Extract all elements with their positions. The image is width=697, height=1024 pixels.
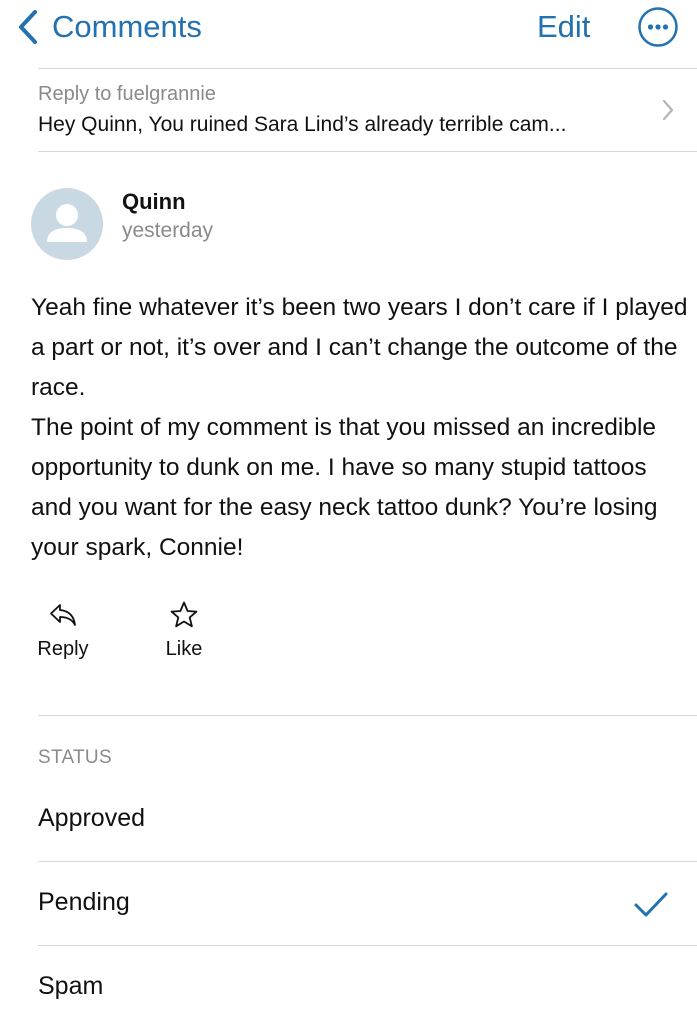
comment-body: Yeah fine whatever it’s been two years I… — [31, 288, 691, 568]
comment-paragraph: Yeah fine whatever it’s been two years I… — [31, 294, 688, 401]
back-button[interactable]: Comments — [14, 6, 202, 48]
status-option-label: Pending — [38, 888, 130, 916]
like-button[interactable]: Like — [158, 600, 210, 661]
like-button-label: Like — [165, 638, 203, 660]
checkmark-icon — [634, 892, 668, 917]
reply-button[interactable]: Reply — [34, 600, 92, 661]
status-option-label: Approved — [38, 804, 146, 832]
edit-button[interactable]: Edit — [537, 6, 590, 48]
reply-button-label: Reply — [37, 638, 89, 660]
more-icon — [638, 7, 678, 47]
comment-timestamp: yesterday — [122, 219, 214, 242]
back-button-label: Comments — [52, 9, 202, 44]
comment-detail-screen: Comments Edit Reply to fuelgrannie Hey Q… — [0, 0, 697, 1024]
comment-paragraph: The point of my comment is that you miss… — [31, 414, 658, 561]
navigation-bar: Comments Edit — [0, 0, 697, 62]
chevron-right-icon — [662, 99, 674, 121]
parent-comment-excerpt: Hey Quinn, You ruined Sara Lind’s alread… — [38, 113, 567, 136]
avatar — [31, 188, 103, 260]
divider — [38, 715, 697, 716]
chevron-left-icon — [19, 10, 37, 44]
reply-to-label: Reply to fuelgrannie — [38, 83, 216, 105]
reply-to-parent-link[interactable]: Reply to fuelgrannie Hey Quinn, You ruin… — [38, 68, 697, 152]
status-section-header: STATUS — [38, 747, 112, 768]
person-icon — [47, 204, 87, 242]
reply-icon — [50, 604, 76, 626]
star-icon — [170, 601, 198, 628]
status-option-spam[interactable]: Spam — [38, 946, 697, 1024]
status-option-approved[interactable]: Approved — [38, 778, 697, 862]
status-option-pending[interactable]: Pending — [38, 862, 697, 946]
status-option-label: Spam — [38, 972, 104, 1000]
author-name: Quinn — [122, 189, 186, 214]
more-options-button[interactable] — [637, 6, 679, 48]
